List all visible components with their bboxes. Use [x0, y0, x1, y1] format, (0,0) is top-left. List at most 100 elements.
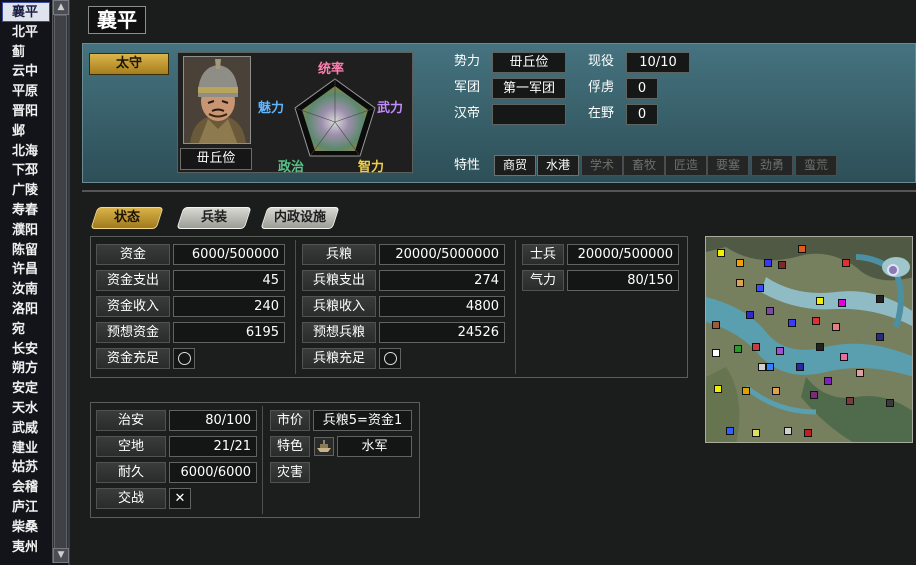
city-list-item[interactable]: 武威 [2, 418, 50, 438]
map-city-marker[interactable] [838, 299, 846, 307]
city-list-item[interactable]: 蓟 [2, 42, 50, 62]
map-city-marker[interactable] [856, 369, 864, 377]
tab-equipment[interactable]: 兵装 [176, 207, 252, 229]
city-list-scrollbar[interactable]: ▲ ▼ [52, 0, 69, 563]
city-list-item[interactable]: 邺 [2, 121, 50, 141]
city-list-item[interactable]: 北平 [2, 22, 50, 42]
map-city-marker[interactable] [778, 261, 786, 269]
map-city-marker[interactable] [752, 343, 760, 351]
city_status-row-label: 治安 [96, 410, 166, 431]
city-list-item[interactable]: 姑苏 [2, 457, 50, 477]
trait-badge: 畜牧 [623, 155, 665, 176]
map-city-marker[interactable] [714, 385, 722, 393]
tab-status[interactable]: 状态 [90, 207, 164, 229]
city-list-item[interactable]: 北海 [2, 141, 50, 161]
officer-portrait[interactable] [183, 56, 251, 144]
city-list-item[interactable]: 广陵 [2, 180, 50, 200]
map-city-marker[interactable] [752, 429, 760, 437]
city-list-item[interactable]: 建业 [2, 438, 50, 458]
map-city-marker[interactable] [766, 307, 774, 315]
map-city-marker[interactable] [712, 349, 720, 357]
food-row-label: 兵粮支出 [302, 270, 376, 291]
city-list-item[interactable]: 安定 [2, 378, 50, 398]
city-list-item[interactable]: 宛 [2, 319, 50, 339]
city-list-item[interactable]: 庐江 [2, 497, 50, 517]
map-city-marker[interactable] [846, 397, 854, 405]
map-city-marker[interactable] [756, 284, 764, 292]
map-city-marker[interactable] [812, 317, 820, 325]
city_status-row-label: 空地 [96, 436, 166, 457]
map-city-marker[interactable] [816, 343, 824, 351]
city-list-item[interactable]: 长安 [2, 339, 50, 359]
map-city-marker[interactable] [742, 387, 750, 395]
panel-divider [295, 240, 296, 374]
city-list-item[interactable]: 晋阳 [2, 101, 50, 121]
map-city-marker[interactable] [736, 279, 744, 287]
city-list-item[interactable]: 会稽 [2, 477, 50, 497]
city-list-item[interactable]: 许昌 [2, 259, 50, 279]
tab-facilities[interactable]: 内政设施 [260, 207, 340, 229]
scrollbar-thumb[interactable] [54, 15, 67, 555]
scroll-down-button[interactable]: ▼ [53, 548, 69, 563]
minimap[interactable] [705, 236, 913, 443]
map-city-marker[interactable] [840, 353, 848, 361]
city-list-item[interactable]: 朔方 [2, 358, 50, 378]
city-list-item[interactable]: 夷州 [2, 537, 50, 557]
map-city-marker[interactable] [776, 347, 784, 355]
city-list-item[interactable]: 下邳 [2, 160, 50, 180]
corps-value[interactable]: 第一军团 [492, 78, 566, 99]
map-city-marker[interactable] [798, 245, 806, 253]
map-city-marker[interactable] [788, 319, 796, 327]
map-city-marker[interactable] [712, 321, 720, 329]
funds-row-label: 资金收入 [96, 296, 170, 317]
map-city-marker[interactable] [784, 427, 792, 435]
city-list-item[interactable]: 寿春 [2, 200, 50, 220]
city-list-item[interactable]: 襄平 [2, 2, 50, 22]
city_status-row-value: 21/21 [169, 436, 257, 457]
food-row-label: 兵粮 [302, 244, 376, 265]
selected-city-marker[interactable] [887, 264, 899, 276]
special-value: 水军 [337, 436, 412, 457]
city-list-item[interactable]: 濮阳 [2, 220, 50, 240]
map-city-marker[interactable] [772, 387, 780, 395]
city-list-item[interactable]: 天水 [2, 398, 50, 418]
funds-row-value: 6000/500000 [173, 244, 285, 265]
officer-name[interactable]: 毌丘俭 [180, 148, 252, 170]
map-city-marker[interactable] [758, 363, 766, 371]
city-list-item[interactable]: 云中 [2, 61, 50, 81]
map-city-marker[interactable] [746, 311, 754, 319]
scroll-up-button[interactable]: ▲ [53, 0, 69, 15]
map-city-marker[interactable] [764, 259, 772, 267]
map-city-marker[interactable] [810, 391, 818, 399]
captive-value[interactable]: 0 [626, 78, 658, 99]
funds-row-label: 资金 [96, 244, 170, 265]
city-list-item[interactable]: 柴桑 [2, 517, 50, 537]
map-city-marker[interactable] [842, 259, 850, 267]
city-list-item[interactable]: 汝南 [2, 279, 50, 299]
map-city-marker[interactable] [816, 297, 824, 305]
map-city-marker[interactable] [804, 429, 812, 437]
troops-row-value: 80/150 [567, 270, 679, 291]
city-list-item[interactable]: 陈留 [2, 240, 50, 260]
map-city-marker[interactable] [876, 333, 884, 341]
funds-row-value: 240 [173, 296, 285, 317]
map-city-marker[interactable] [886, 399, 894, 407]
market-price-value: 兵粮5=资金1 [313, 410, 412, 431]
map-city-marker[interactable] [717, 249, 725, 257]
free-officers-value[interactable]: 0 [626, 104, 658, 125]
emperor-value[interactable] [492, 104, 566, 125]
city-list-item[interactable]: 平原 [2, 81, 50, 101]
map-city-marker[interactable] [766, 363, 774, 371]
city-list-item[interactable]: 洛阳 [2, 299, 50, 319]
map-city-marker[interactable] [876, 295, 884, 303]
map-city-marker[interactable] [824, 377, 832, 385]
circle-icon [177, 352, 191, 365]
map-city-marker[interactable] [796, 363, 804, 371]
map-city-marker[interactable] [736, 259, 744, 267]
food-row-value: 20000/5000000 [379, 244, 505, 265]
map-city-marker[interactable] [734, 345, 742, 353]
force-value[interactable]: 毌丘俭 [492, 52, 566, 73]
map-city-marker[interactable] [726, 427, 734, 435]
active-officers-value[interactable]: 10/10 [626, 52, 690, 73]
map-city-marker[interactable] [832, 323, 840, 331]
